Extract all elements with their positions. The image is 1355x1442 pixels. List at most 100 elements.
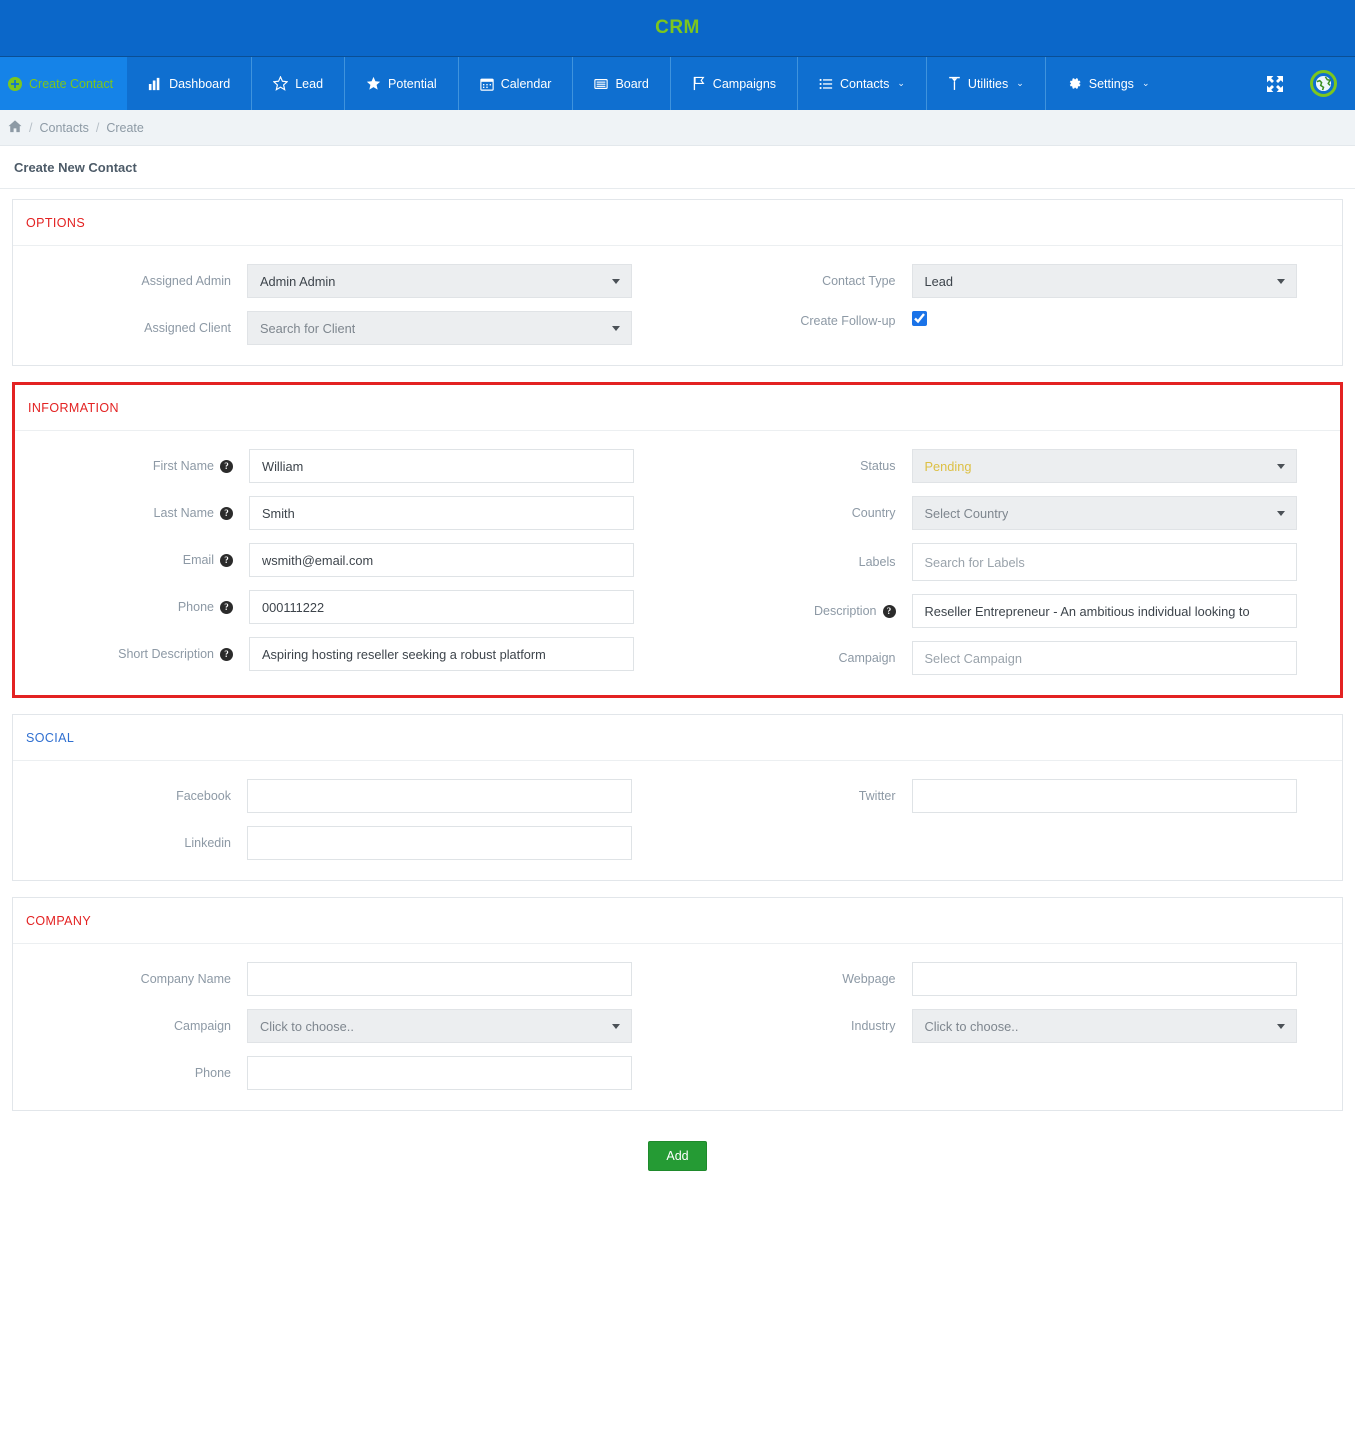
breadcrumb: / Contacts / Create [0, 110, 1355, 146]
status-select[interactable]: Pending [911, 449, 1297, 483]
nav-item-label: Lead [295, 76, 324, 91]
first-name-label: First Name ? [15, 459, 249, 473]
chevron-down-icon: ⌄ [1016, 78, 1024, 88]
help-icon[interactable]: ? [220, 647, 233, 661]
nav-item-board[interactable]: Board [572, 57, 669, 110]
help-icon[interactable]: ? [220, 459, 233, 473]
star-filled-icon [366, 76, 381, 91]
options-panel: OPTIONS Assigned Admin Admin Admin Assig… [12, 199, 1343, 366]
phone-label: Phone ? [15, 600, 249, 614]
country-select[interactable]: Select Country [911, 496, 1297, 530]
form-footer: Add [0, 1127, 1355, 1207]
nav-item-label: Campaigns [712, 76, 777, 91]
company-name-input[interactable] [247, 962, 632, 996]
company-panel-heading: COMPANY [13, 898, 1342, 944]
field-description: Description ? [678, 594, 1341, 628]
company-phone-label: Phone [194, 1066, 231, 1080]
last-name-label: Last Name ? [15, 506, 249, 520]
help-icon[interactable]: ? [220, 553, 233, 567]
field-short-description: Short Description ? [15, 637, 678, 671]
last-name-label-text: Last Name [153, 506, 214, 520]
linkedin-input[interactable] [247, 826, 632, 860]
field-webpage: Webpage [678, 962, 1343, 996]
fullscreen-expand-icon[interactable] [1266, 75, 1284, 93]
status-value: Pending [924, 458, 972, 474]
star-outline-icon [273, 76, 289, 91]
create-followup-label: Create Follow-up [800, 314, 896, 328]
nav-item-label: Utilities [967, 76, 1009, 91]
bar-chart-icon [148, 77, 162, 91]
nav-item-settings[interactable]: Settings ⌄ [1044, 57, 1171, 110]
nav-item-utilities[interactable]: Utilities ⌄ [925, 57, 1045, 110]
description-input[interactable] [911, 594, 1297, 628]
add-button[interactable]: Add [648, 1141, 707, 1171]
field-company-phone: Phone [13, 1056, 678, 1090]
company-phone-input[interactable] [247, 1056, 632, 1090]
company-panel-body: Company Name Campaign Click to choose.. [13, 944, 1342, 1110]
labels-input[interactable] [911, 543, 1297, 581]
nav-item-contacts[interactable]: Contacts ⌄ [797, 57, 926, 110]
contact-type-select[interactable]: Lead [911, 264, 1297, 298]
language-globe-icon[interactable] [1310, 70, 1337, 97]
industry-select[interactable]: Click to choose.. [911, 1009, 1297, 1043]
help-icon[interactable]: ? [220, 506, 233, 520]
nav-item-calendar[interactable]: Calendar [457, 57, 573, 110]
field-phone: Phone ? [15, 590, 678, 624]
contact-type-value: Lead [924, 273, 953, 289]
phone-label-text: Phone [177, 600, 214, 614]
field-first-name: First Name ? [15, 449, 678, 483]
field-twitter: Twitter [678, 779, 1343, 813]
country-value: Select Country [924, 505, 1009, 521]
information-panel: INFORMATION First Name ? William Last Na… [12, 382, 1343, 698]
assigned-client-select[interactable]: Search for Client [247, 311, 632, 345]
home-icon[interactable] [8, 119, 22, 136]
gear-icon [1067, 76, 1082, 91]
labels-label: Labels [858, 555, 896, 569]
short-description-input[interactable] [249, 637, 634, 671]
nav-item-potential[interactable]: Potential [344, 57, 458, 110]
campaign-input[interactable] [911, 641, 1297, 675]
assigned-admin-select[interactable]: Admin Admin [247, 264, 632, 298]
nav-item-label: Dashboard [169, 76, 231, 91]
assigned-client-value: Search for Client [260, 320, 356, 336]
create-followup-checkbox[interactable] [911, 311, 927, 326]
email-input[interactable] [249, 543, 634, 577]
nav-item-label: Contacts [840, 76, 890, 91]
nav-item-lead[interactable]: Lead [251, 57, 344, 110]
social-panel-heading: SOCIAL [13, 715, 1342, 761]
twitter-input[interactable] [911, 779, 1297, 813]
nav-create-contact-button[interactable]: Create Contact [0, 57, 128, 110]
phone-input[interactable] [249, 590, 634, 624]
last-name-input[interactable] [249, 496, 634, 530]
campaign-label: Campaign [838, 651, 896, 665]
field-company-name: Company Name [13, 962, 678, 996]
chevron-down-icon: ⌄ [1141, 78, 1150, 88]
nav-item-campaigns[interactable]: Campaigns [669, 57, 797, 110]
webpage-label: Webpage [842, 972, 896, 986]
first-name-label-text: First Name [152, 459, 214, 473]
breadcrumb-item-create[interactable]: Create [106, 121, 144, 135]
email-label: Email ? [15, 553, 249, 567]
list-icon [819, 77, 833, 91]
first-name-input[interactable] [249, 449, 634, 483]
company-campaign-select[interactable]: Click to choose.. [247, 1009, 632, 1043]
field-email: Email ? [15, 543, 678, 577]
nav-item-dashboard[interactable]: Dashboard [127, 57, 251, 110]
field-status: Status Pending [678, 449, 1341, 483]
help-icon[interactable]: ? [220, 600, 233, 614]
field-assigned-client: Assigned Client Search for Client [13, 311, 678, 345]
twitter-label: Twitter [858, 789, 896, 803]
email-label-text: Email [182, 553, 214, 567]
contact-type-label: Contact Type [822, 274, 896, 288]
field-industry: Industry Click to choose.. [678, 1009, 1343, 1043]
nav-item-label: Settings [1088, 76, 1134, 91]
options-panel-body: Assigned Admin Admin Admin Assigned Clie… [13, 246, 1342, 365]
help-icon[interactable]: ? [882, 604, 896, 618]
country-label: Country [851, 506, 896, 520]
short-description-label-text: Short Description [118, 647, 214, 661]
facebook-input[interactable] [247, 779, 632, 813]
company-campaign-value: Click to choose.. [260, 1018, 354, 1034]
webpage-input[interactable] [911, 962, 1297, 996]
breadcrumb-item-contacts[interactable]: Contacts [39, 121, 88, 135]
information-panel-body: First Name ? Last Name ? [15, 431, 1340, 695]
